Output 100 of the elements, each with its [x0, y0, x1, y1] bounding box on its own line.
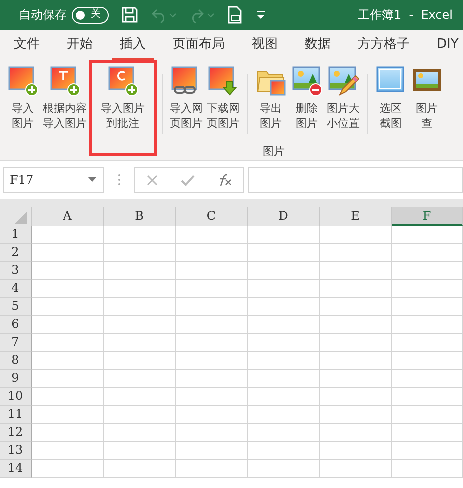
grid-cell[interactable]: [392, 352, 463, 370]
grid-cell[interactable]: [32, 262, 104, 280]
grid-cell[interactable]: [176, 424, 248, 442]
grid-cell[interactable]: [248, 352, 320, 370]
grid-cell[interactable]: [392, 226, 463, 244]
grid-cell[interactable]: [176, 334, 248, 352]
grid-cell[interactable]: [32, 298, 104, 316]
grid-cell[interactable]: [104, 334, 176, 352]
ribbon-button[interactable]: 图片大小位置: [325, 66, 362, 131]
ribbon-button[interactable]: 图片查: [409, 66, 445, 131]
grid-cell[interactable]: [320, 352, 392, 370]
grid-cell[interactable]: [32, 316, 104, 334]
grid-cell[interactable]: [320, 316, 392, 334]
grid-cell[interactable]: [176, 262, 248, 280]
grid-cell[interactable]: [392, 280, 463, 298]
grid-cell[interactable]: [176, 244, 248, 262]
grid-cell[interactable]: [248, 298, 320, 316]
grid-cell[interactable]: [176, 280, 248, 298]
grid-cell[interactable]: [32, 460, 104, 478]
grid-cell[interactable]: [320, 280, 392, 298]
grid-cell[interactable]: [32, 406, 104, 424]
grid-cell[interactable]: [320, 226, 392, 244]
name-box[interactable]: F17: [3, 167, 104, 193]
ribbon-button[interactable]: 根据内容导入图片: [41, 66, 89, 131]
grid-cell[interactable]: [104, 244, 176, 262]
grid-cell[interactable]: [320, 424, 392, 442]
ribbon-tab[interactable]: DIY: [429, 30, 463, 60]
grid-cell[interactable]: [248, 262, 320, 280]
grid-cell[interactable]: [32, 424, 104, 442]
dropdown-icon[interactable]: [88, 177, 97, 183]
ribbon-tab[interactable]: 数据: [297, 30, 339, 60]
grid-cell[interactable]: [392, 460, 463, 478]
autosave-toggle[interactable]: 关: [72, 6, 109, 24]
grid-cell[interactable]: [104, 262, 176, 280]
ribbon-tab[interactable]: 文件: [6, 30, 48, 60]
grid-cell[interactable]: [248, 226, 320, 244]
grid-cell[interactable]: [320, 370, 392, 388]
grid-cell[interactable]: [248, 442, 320, 460]
grid-cell[interactable]: [176, 406, 248, 424]
ribbon-button[interactable]: 导入图片到批注: [99, 66, 147, 131]
grid-cell[interactable]: [32, 280, 104, 298]
grid-cell[interactable]: [392, 262, 463, 280]
ribbon-button[interactable]: 下载网页图片: [205, 66, 242, 131]
grid-cell[interactable]: [104, 226, 176, 244]
ribbon-button[interactable]: 导入图片: [5, 66, 41, 131]
customize-menu-icon[interactable]: [255, 10, 267, 20]
grid-cell[interactable]: [248, 280, 320, 298]
grid-cell[interactable]: [248, 388, 320, 406]
grid-cell[interactable]: [176, 460, 248, 478]
grid-cell[interactable]: [104, 460, 176, 478]
grid-cell[interactable]: [320, 262, 392, 280]
ribbon-button[interactable]: 导入网页图片: [168, 66, 205, 131]
grid-cell[interactable]: [32, 370, 104, 388]
grid-cell[interactable]: [320, 244, 392, 262]
grid-cell[interactable]: [104, 370, 176, 388]
grid-cell[interactable]: [104, 442, 176, 460]
grid-cell[interactable]: [320, 460, 392, 478]
grid-cell[interactable]: [392, 370, 463, 388]
grid-cell[interactable]: [248, 334, 320, 352]
ribbon-tab[interactable]: 页面布局: [165, 30, 233, 60]
grid-cell[interactable]: [248, 460, 320, 478]
grid-cell[interactable]: [176, 370, 248, 388]
grid-cell[interactable]: [104, 352, 176, 370]
grid-cell[interactable]: [320, 442, 392, 460]
grid-cell[interactable]: [392, 298, 463, 316]
grid-cell[interactable]: [248, 406, 320, 424]
grid-cell[interactable]: [32, 244, 104, 262]
grid-cell[interactable]: [392, 406, 463, 424]
grid-cell[interactable]: [392, 424, 463, 442]
ribbon-tab[interactable]: 方方格子: [350, 30, 418, 60]
grid-cell[interactable]: [392, 442, 463, 460]
print-preview-icon[interactable]: [227, 6, 243, 24]
column-header[interactable]: F: [392, 207, 463, 226]
ribbon-button[interactable]: 导出图片: [253, 66, 289, 131]
ribbon-button[interactable]: 选区截图: [373, 66, 409, 131]
ribbon-tab[interactable]: 开始: [59, 30, 101, 60]
grid-cell[interactable]: [32, 226, 104, 244]
grid-cell[interactable]: [104, 388, 176, 406]
ribbon-button[interactable]: 删除图片: [289, 66, 325, 131]
grid-cell[interactable]: [176, 442, 248, 460]
ribbon-tab[interactable]: 插入: [112, 30, 154, 60]
grid-cell[interactable]: [392, 244, 463, 262]
grid-cell[interactable]: [320, 388, 392, 406]
grid-cell[interactable]: [248, 424, 320, 442]
grid-cell[interactable]: [32, 352, 104, 370]
save-icon[interactable]: [121, 6, 139, 24]
grid-cell[interactable]: [32, 334, 104, 352]
insert-function-icon[interactable]: [218, 174, 232, 186]
grid-cell[interactable]: [104, 280, 176, 298]
grid-cell[interactable]: [248, 244, 320, 262]
grid-cell[interactable]: [104, 316, 176, 334]
grid-cell[interactable]: [320, 406, 392, 424]
grid-cell[interactable]: [176, 226, 248, 244]
cancel-icon[interactable]: [146, 174, 158, 186]
grid-cell[interactable]: [176, 316, 248, 334]
grid-cell[interactable]: [176, 352, 248, 370]
grid-cell[interactable]: [248, 370, 320, 388]
grid-cell[interactable]: [104, 424, 176, 442]
grid-cell[interactable]: [392, 316, 463, 334]
grid-cell[interactable]: [32, 388, 104, 406]
